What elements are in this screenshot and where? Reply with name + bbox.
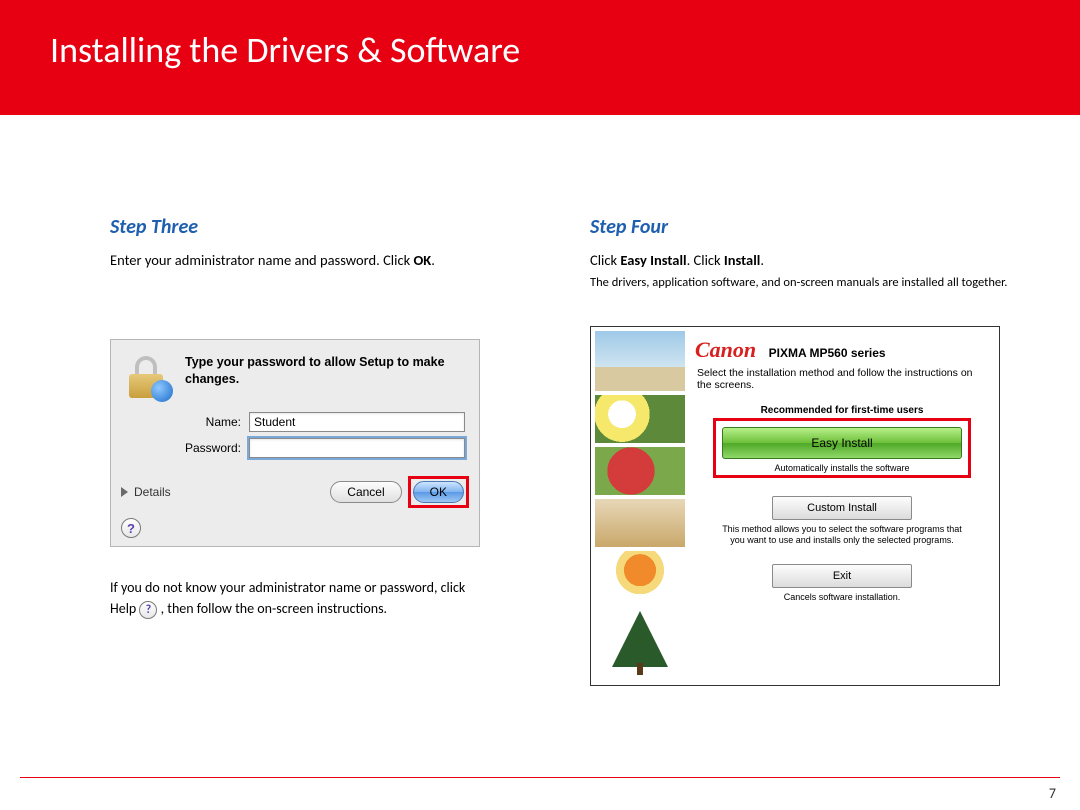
text: , then follow the on-screen instructions… [161,600,388,617]
help-icon: ? [139,601,157,619]
step-four-heading: Step Four [590,215,1030,239]
text: Click [590,251,620,269]
auth-fields: Name: Password: [111,412,479,472]
thumbnail-strip [595,331,685,681]
auth-dialog: Type your password to allow Setup to mak… [110,339,480,547]
ok-highlight: OK [408,476,469,508]
step-four-column: Step Four Click Easy Install. Click Inst… [590,215,1030,686]
installer-body: Canon PIXMA MP560 series Select the inst… [691,331,995,681]
details-toggle[interactable]: Details [134,485,171,499]
text: Enter your administrator name and passwo… [110,251,413,269]
text: . [760,251,764,269]
recommended-label: Recommended for first-time users [695,405,989,416]
name-row: Name: [171,412,465,432]
easy-install-highlight: Easy Install Automatically installs the … [713,418,971,478]
content-area: Step Three Enter your administrator name… [0,115,1080,686]
text: Help [110,600,139,617]
password-input[interactable] [249,438,465,458]
text-bold: Install [724,251,760,269]
text: . Click [687,251,724,269]
canon-installer-panel: Canon PIXMA MP560 series Select the inst… [590,326,1000,686]
step-four-instruction: Click Easy Install. Click Install. [590,251,1030,269]
thumb-dog [595,499,685,547]
help-row: ? [111,518,479,546]
product-name: PIXMA MP560 series [769,346,886,360]
text-bold: Easy Install [620,251,686,269]
text-bold: OK [413,251,431,269]
step-three-heading: Step Three [110,215,550,239]
step-three-instruction: Enter your administrator name and passwo… [110,251,550,269]
easy-install-button[interactable]: Easy Install [722,427,962,459]
lock-icon [125,354,173,402]
ok-button[interactable]: OK [413,481,464,503]
thumb-strawberry [595,447,685,495]
auth-message: Type your password to allow Setup to mak… [185,354,465,402]
password-row: Password: [171,438,465,458]
exit-sub: Cancels software installation. [715,592,969,603]
page-title: Installing the Drivers & Software [50,28,1030,72]
auth-bottom-row: Details Cancel OK [111,472,479,518]
disclosure-triangle-icon[interactable] [121,487,128,497]
name-input[interactable] [249,412,465,432]
header-bar: Installing the Drivers & Software [0,0,1080,115]
easy-install-sub: Automatically installs the software [722,463,962,473]
thumb-orange [595,551,685,599]
text: . [431,251,435,269]
name-label: Name: [171,415,241,429]
help-icon[interactable]: ? [121,518,141,538]
thumb-beach [595,331,685,391]
exit-button[interactable]: Exit [772,564,912,588]
installer-header: Canon PIXMA MP560 series [695,337,989,363]
step-three-note: If you do not know your administrator na… [110,577,510,619]
custom-install-sub: This method allows you to select the sof… [715,524,969,546]
page-number: 7 [1049,785,1056,802]
step-four-subtext: The drivers, application software, and o… [590,275,1030,290]
thumb-tree [595,603,685,681]
cancel-button[interactable]: Cancel [330,481,401,503]
password-label: Password: [171,441,241,455]
installer-desc: Select the installation method and follo… [695,367,989,391]
text: If you do not know your administrator na… [110,579,465,596]
custom-install-button[interactable]: Custom Install [772,496,912,520]
canon-logo: Canon [695,337,756,363]
thumb-flower [595,395,685,443]
step-three-column: Step Three Enter your administrator name… [110,215,550,686]
auth-top: Type your password to allow Setup to mak… [111,340,479,412]
footer-divider [20,777,1060,778]
